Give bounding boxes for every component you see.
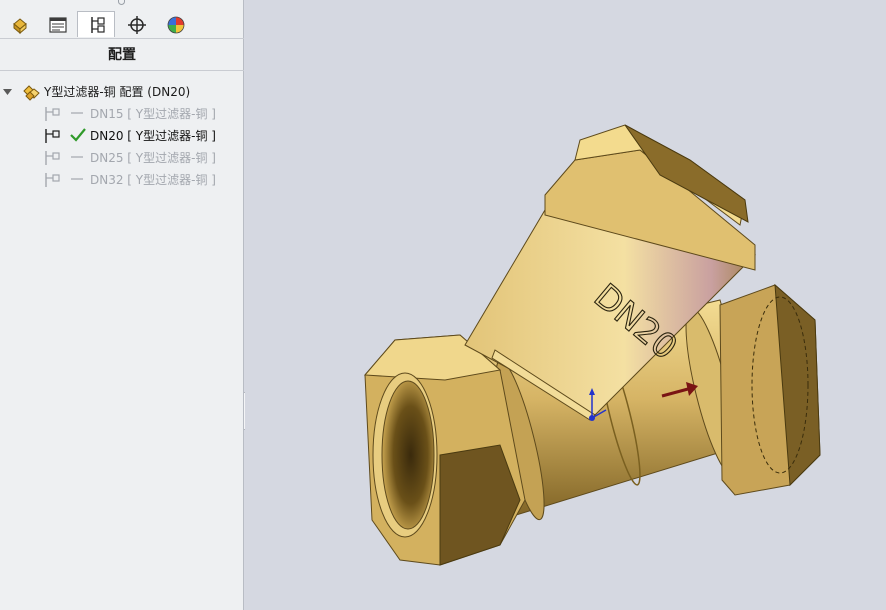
configuration-icon bbox=[45, 107, 60, 121]
panel-grip[interactable] bbox=[0, 0, 244, 10]
config-label: DN15 [ Y型过滤器-铜 ] bbox=[90, 107, 216, 121]
pipe-bore bbox=[381, 380, 435, 530]
configuration-icon bbox=[45, 173, 60, 187]
tree-root-label: Y型过滤器-铜 配置 (DN20) bbox=[44, 85, 191, 99]
tab-feature-manager[interactable] bbox=[0, 11, 38, 37]
tab-property-manager[interactable] bbox=[38, 11, 76, 37]
configuration-icon bbox=[45, 129, 60, 143]
tab-configuration-manager[interactable] bbox=[77, 11, 115, 37]
collapse-arrow-icon[interactable] bbox=[3, 89, 12, 96]
right-hex-nut bbox=[719, 283, 821, 496]
configuration-icon bbox=[45, 151, 60, 165]
manager-tabs bbox=[0, 10, 244, 39]
configuration-manager-panel: 配置 Y型过滤器-铜 配置 (DN20) DN15 [ Y型过滤器-铜 ] DN… bbox=[0, 0, 244, 610]
inactive-dash-icon bbox=[71, 156, 83, 158]
config-label: DN20 [ Y型过滤器-铜 ] bbox=[90, 129, 216, 143]
tab-dimxpert-manager[interactable] bbox=[117, 11, 155, 37]
inactive-dash-icon bbox=[71, 178, 83, 180]
active-check-icon bbox=[70, 128, 86, 142]
display-manager-icon bbox=[167, 16, 185, 34]
assembly-icon bbox=[23, 85, 40, 101]
config-label: DN25 [ Y型过滤器-铜 ] bbox=[90, 151, 216, 165]
configuration-manager-icon bbox=[91, 17, 105, 33]
y-strainer-model[interactable]: DN20 bbox=[245, 0, 886, 610]
dimxpert-icon bbox=[128, 16, 146, 34]
title-divider bbox=[0, 70, 244, 71]
tab-display-manager[interactable] bbox=[156, 11, 194, 37]
graphics-viewport[interactable]: DN20 bbox=[245, 0, 886, 610]
property-manager-icon bbox=[49, 17, 67, 33]
panel-title: 配置 bbox=[108, 47, 136, 63]
feature-manager-icon bbox=[13, 18, 27, 35]
inactive-dash-icon bbox=[71, 112, 83, 114]
config-label: DN32 [ Y型过滤器-铜 ] bbox=[90, 173, 216, 187]
